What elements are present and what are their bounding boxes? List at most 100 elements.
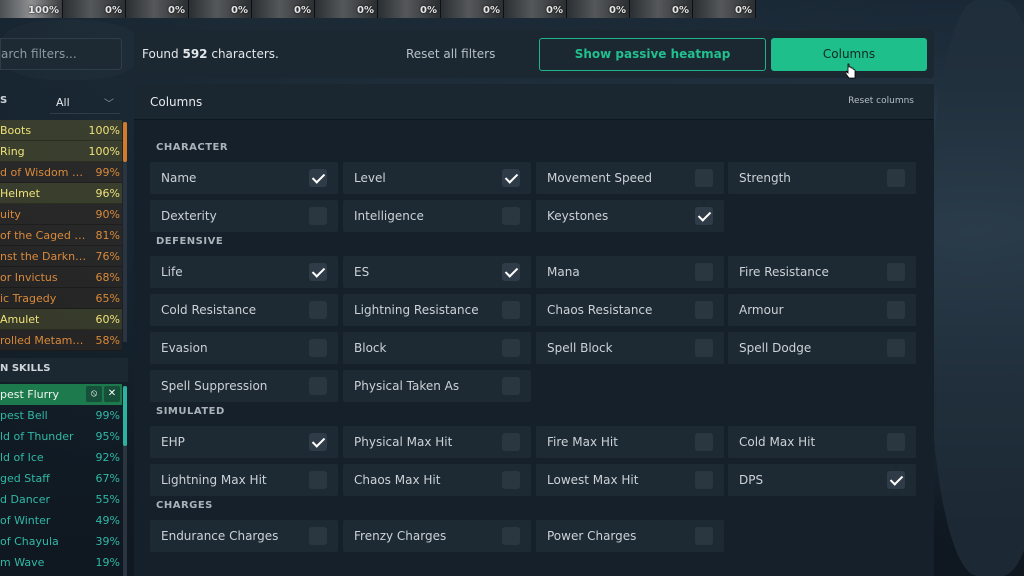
checkbox-unchecked[interactable] — [695, 527, 713, 545]
column-option[interactable]: Fire Max Hit — [536, 426, 724, 458]
column-option[interactable]: Name — [150, 162, 338, 194]
checkbox-unchecked[interactable] — [309, 301, 327, 319]
character-portrait[interactable]: 0% — [315, 0, 378, 18]
checkbox-unchecked[interactable] — [309, 527, 327, 545]
checkbox-unchecked[interactable] — [887, 301, 905, 319]
checkbox-unchecked[interactable] — [887, 169, 905, 187]
checkbox-checked[interactable] — [502, 169, 520, 187]
column-option[interactable]: Chaos Resistance — [536, 294, 724, 326]
list-item[interactable]: Amulet 60% — [0, 309, 122, 330]
column-option[interactable]: Lightning Max Hit — [150, 464, 338, 496]
list-item[interactable]: or Invictus 68% — [0, 267, 122, 288]
character-portrait[interactable]: 0% — [126, 0, 189, 18]
checkbox-unchecked[interactable] — [695, 301, 713, 319]
character-portrait[interactable]: 0% — [441, 0, 504, 18]
checkbox-unchecked[interactable] — [695, 263, 713, 281]
list-item[interactable]: nst the Darkness 76% — [0, 246, 122, 267]
column-option[interactable]: Life — [150, 256, 338, 288]
list-item[interactable]: Helmet 96% — [0, 183, 122, 204]
scroll-thumb[interactable] — [123, 386, 127, 446]
list-item[interactable]: d of Wisdom and ... 99% — [0, 162, 122, 183]
checkbox-unchecked[interactable] — [695, 169, 713, 187]
column-option[interactable]: Evasion — [150, 332, 338, 364]
checkbox-unchecked[interactable] — [309, 377, 327, 395]
reset-columns-button[interactable]: Reset columns — [848, 96, 914, 106]
character-portrait[interactable]: 0% — [567, 0, 630, 18]
list-item[interactable]: pest Bell 99% — [0, 405, 122, 426]
list-item[interactable]: ic Tragedy 65% — [0, 288, 122, 309]
checkbox-unchecked[interactable] — [502, 339, 520, 357]
column-option[interactable]: Spell Block — [536, 332, 724, 364]
checkbox-unchecked[interactable] — [695, 433, 713, 451]
column-option[interactable]: Level — [343, 162, 531, 194]
column-option[interactable]: Movement Speed — [536, 162, 724, 194]
character-portrait[interactable]: 0% — [189, 0, 252, 18]
list-item[interactable]: d Dancer 55% — [0, 489, 122, 510]
character-portrait[interactable]: 100% — [0, 0, 63, 18]
checkbox-checked[interactable] — [309, 263, 327, 281]
checkbox-unchecked[interactable] — [887, 339, 905, 357]
checkbox-checked[interactable] — [502, 263, 520, 281]
character-portrait[interactable]: 0% — [504, 0, 567, 18]
character-portrait[interactable]: 0% — [63, 0, 126, 18]
scroll-thumb[interactable] — [123, 122, 127, 162]
list-item[interactable]: ld of Thunder 95% — [0, 426, 122, 447]
column-option[interactable]: EHP — [150, 426, 338, 458]
column-option[interactable]: Keystones — [536, 200, 724, 232]
reset-all-filters-button[interactable]: Reset all filters — [406, 47, 495, 61]
checkbox-checked[interactable] — [887, 471, 905, 489]
column-option[interactable]: ES — [343, 256, 531, 288]
list-item[interactable]: of the Caged God 81% — [0, 225, 122, 246]
checkbox-unchecked[interactable] — [502, 377, 520, 395]
item-list-scrollbar[interactable] — [123, 122, 127, 342]
column-option[interactable]: Fire Resistance — [728, 256, 916, 288]
column-option[interactable]: DPS — [728, 464, 916, 496]
checkbox-unchecked[interactable] — [502, 433, 520, 451]
checkbox-unchecked[interactable] — [309, 207, 327, 225]
checkbox-unchecked[interactable] — [695, 339, 713, 357]
column-option[interactable]: Mana — [536, 256, 724, 288]
list-item[interactable]: of Chayula 39% — [0, 531, 122, 552]
list-item[interactable]: uity 90% — [0, 204, 122, 225]
character-portrait[interactable]: 0% — [693, 0, 756, 18]
checkbox-unchecked[interactable] — [887, 433, 905, 451]
list-item[interactable]: of Winter 49% — [0, 510, 122, 531]
search-filters-input[interactable]: arch filters... — [0, 38, 122, 70]
column-option[interactable]: Cold Max Hit — [728, 426, 916, 458]
column-option[interactable]: Power Charges — [536, 520, 724, 552]
column-option[interactable]: Block — [343, 332, 531, 364]
show-passive-heatmap-button[interactable]: Show passive heatmap — [539, 38, 766, 71]
column-option[interactable]: Lightning Resistance — [343, 294, 531, 326]
column-option[interactable]: Cold Resistance — [150, 294, 338, 326]
column-option[interactable]: Frenzy Charges — [343, 520, 531, 552]
skill-list-scrollbar[interactable] — [123, 386, 127, 576]
checkbox-unchecked[interactable] — [309, 471, 327, 489]
column-option[interactable]: Intelligence — [343, 200, 531, 232]
list-item[interactable]: pest Flurry ⦸ ✕ — [0, 384, 122, 405]
checkbox-unchecked[interactable] — [502, 471, 520, 489]
column-option[interactable]: Lowest Max Hit — [536, 464, 724, 496]
checkbox-unchecked[interactable] — [887, 263, 905, 281]
column-option[interactable]: Dexterity — [150, 200, 338, 232]
list-item[interactable]: Boots 100% — [0, 120, 122, 141]
column-option[interactable]: Strength — [728, 162, 916, 194]
checkbox-checked[interactable] — [309, 433, 327, 451]
column-option[interactable]: Endurance Charges — [150, 520, 338, 552]
slot-select[interactable]: All ﹀ — [50, 92, 120, 114]
checkbox-unchecked[interactable] — [502, 527, 520, 545]
column-option[interactable]: Chaos Max Hit — [343, 464, 531, 496]
close-icon[interactable]: ✕ — [104, 386, 120, 402]
checkbox-unchecked[interactable] — [309, 339, 327, 357]
list-item[interactable]: rolled Metamorp... 58% — [0, 330, 122, 351]
column-option[interactable]: Armour — [728, 294, 916, 326]
exclude-icon[interactable]: ⦸ — [86, 386, 102, 402]
character-portrait[interactable]: 0% — [378, 0, 441, 18]
list-item[interactable]: ld of Ice 92% — [0, 447, 122, 468]
list-item[interactable]: m Wave 19% — [0, 552, 122, 573]
list-item[interactable]: Ring 100% — [0, 141, 122, 162]
checkbox-unchecked[interactable] — [502, 207, 520, 225]
checkbox-unchecked[interactable] — [695, 471, 713, 489]
checkbox-checked[interactable] — [695, 207, 713, 225]
checkbox-checked[interactable] — [309, 169, 327, 187]
column-option[interactable]: Spell Dodge — [728, 332, 916, 364]
